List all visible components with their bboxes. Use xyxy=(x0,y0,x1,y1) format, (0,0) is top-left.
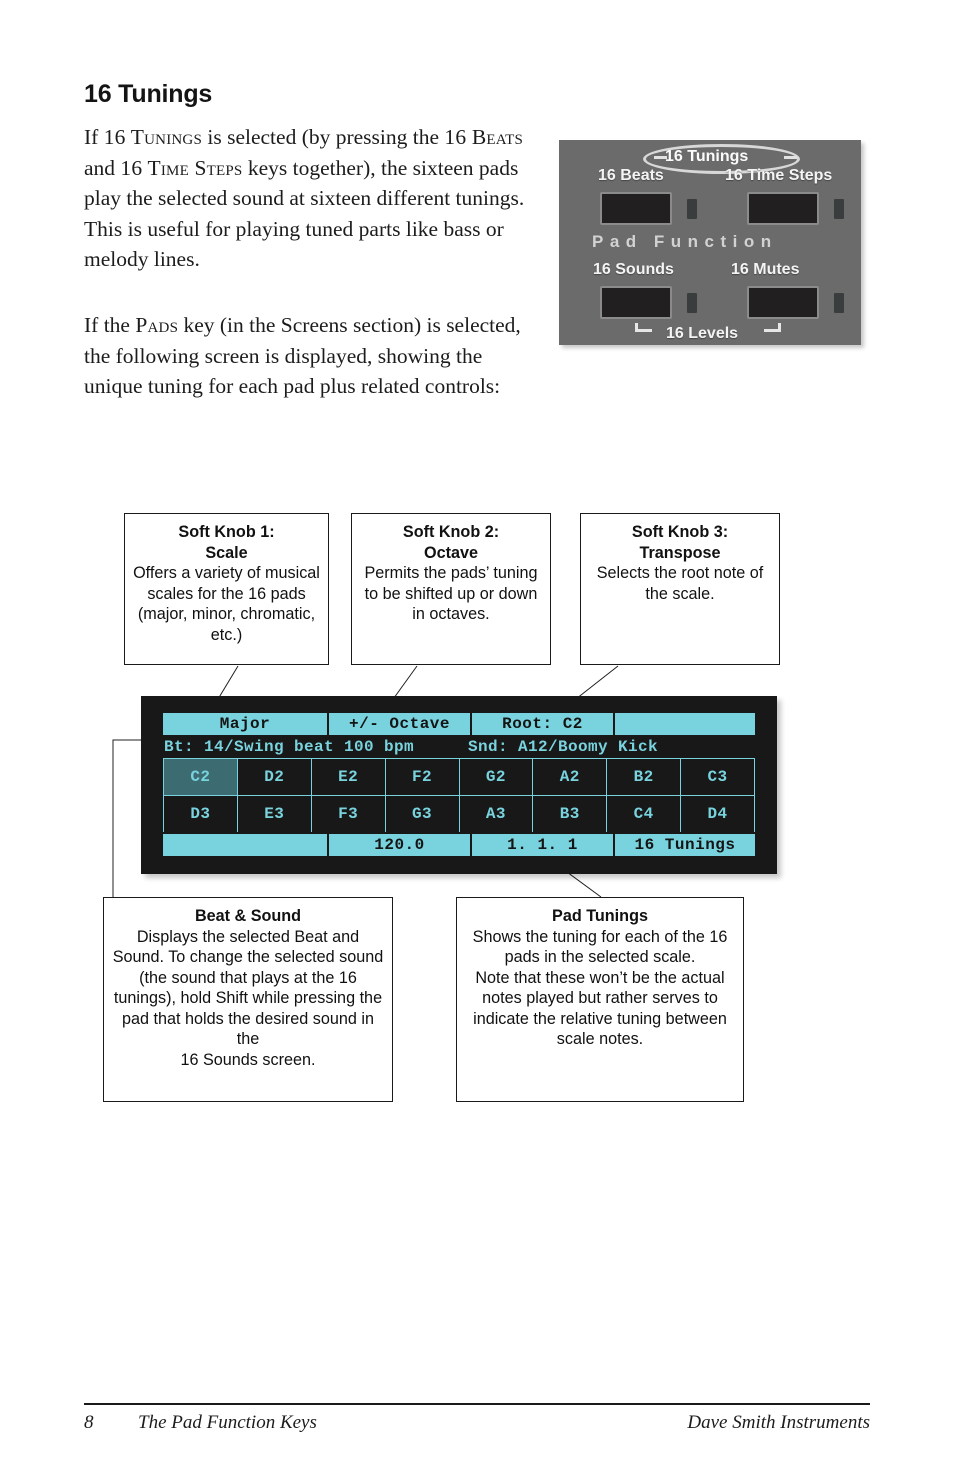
pad-cell-4[interactable]: F2 xyxy=(385,759,460,795)
pad-cell-8[interactable]: C3 xyxy=(681,759,754,795)
pad-cell-16[interactable]: D4 xyxy=(681,796,754,832)
pad-cell-7[interactable]: B2 xyxy=(607,759,682,795)
lcd-beat-value: Bt: 14/Swing beat 100 bpm xyxy=(164,737,415,756)
lcd-screen: Major +/- Octave Root: C2 Bt: 14/Swing b… xyxy=(141,696,777,874)
pad-cell-15[interactable]: C4 xyxy=(607,796,682,832)
lcd-softknob-3-transpose[interactable]: Root: C2 xyxy=(472,713,615,735)
lcd-inner-display: Major +/- Octave Root: C2 Bt: 14/Swing b… xyxy=(163,713,755,856)
pad-cell-2[interactable]: D2 xyxy=(237,759,312,795)
callout-soft-knob-3: Soft Knob 3: Transpose Selects the root n… xyxy=(580,513,780,665)
callout-knob3-title: Soft Knob 3: Transpose xyxy=(631,523,729,562)
callout-beat-and-sound: Beat & Sound Displays the selected Beat … xyxy=(103,897,393,1102)
callout-knob2-body: Permits the pads’ tuning to be shifted u… xyxy=(364,564,538,623)
callout-knob1-body: Offers a variety of musical scales for t… xyxy=(133,564,320,644)
lcd-status-tempo: 120.0 xyxy=(329,834,472,856)
pad-cell-1[interactable]: C2 xyxy=(164,759,238,795)
callout-beat-sound-body: Displays the selected Beat and Sound. To… xyxy=(112,927,384,1069)
lcd-sound-value: Snd: A12/Boomy Kick xyxy=(468,737,659,756)
lcd-softknob-2-octave[interactable]: +/- Octave xyxy=(329,713,472,735)
pad-cell-12[interactable]: G3 xyxy=(385,796,460,832)
lcd-softknob-4-empty[interactable] xyxy=(615,713,755,735)
callout-soft-knob-1: Soft Knob 1: Scale Offers a variety of mu… xyxy=(124,513,329,665)
pad-cell-13[interactable]: A3 xyxy=(459,796,534,832)
lcd-pad-tunings-grid: C2 D2 E2 F2 G2 A2 B2 C3 D3 E3 F3 G3 A3 B… xyxy=(163,758,755,832)
lcd-status-bar: 120.0 1. 1. 1 16 Tunings xyxy=(163,834,755,856)
callout-pad-tunings: Pad Tunings Shows the tuning for each of… xyxy=(456,897,744,1102)
pad-cell-14[interactable]: B3 xyxy=(533,796,608,832)
lcd-status-position: 1. 1. 1 xyxy=(472,834,615,856)
callout-pad-tunings-body: Shows the tuning for each of the 16 pads… xyxy=(472,927,728,1049)
callout-beat-sound-title: Beat & Sound xyxy=(194,907,302,925)
pad-cell-3[interactable]: E2 xyxy=(311,759,386,795)
lcd-beat-sound-row: Bt: 14/Swing beat 100 bpm Snd: A12/Boomy… xyxy=(163,735,755,758)
pad-cell-6[interactable]: A2 xyxy=(533,759,608,795)
lcd-status-mode: 16 Tunings xyxy=(615,834,755,856)
lcd-status-empty xyxy=(163,834,329,856)
pad-grid-row-1: C2 D2 E2 F2 G2 A2 B2 C3 xyxy=(164,759,754,796)
callout-knob1-title: Soft Knob 1: Scale xyxy=(178,523,275,562)
callout-pad-tunings-title: Pad Tunings xyxy=(552,907,648,925)
lcd-soft-knob-row: Major +/- Octave Root: C2 xyxy=(163,713,755,735)
pad-cell-9[interactable]: D3 xyxy=(164,796,238,832)
callout-soft-knob-2: Soft Knob 2: Octave Permits the pads’ tun… xyxy=(351,513,551,665)
pad-cell-11[interactable]: F3 xyxy=(311,796,386,832)
pad-cell-5[interactable]: G2 xyxy=(459,759,534,795)
callout-knob2-title: Soft Knob 2: Octave xyxy=(402,523,500,562)
lcd-softknob-1-scale[interactable]: Major xyxy=(163,713,329,735)
pad-cell-10[interactable]: E3 xyxy=(237,796,312,832)
callout-knob3-body: Selects the root note of the scale. xyxy=(596,564,764,603)
pad-grid-row-2: D3 E3 F3 G3 A3 B3 C4 D4 xyxy=(164,796,754,832)
